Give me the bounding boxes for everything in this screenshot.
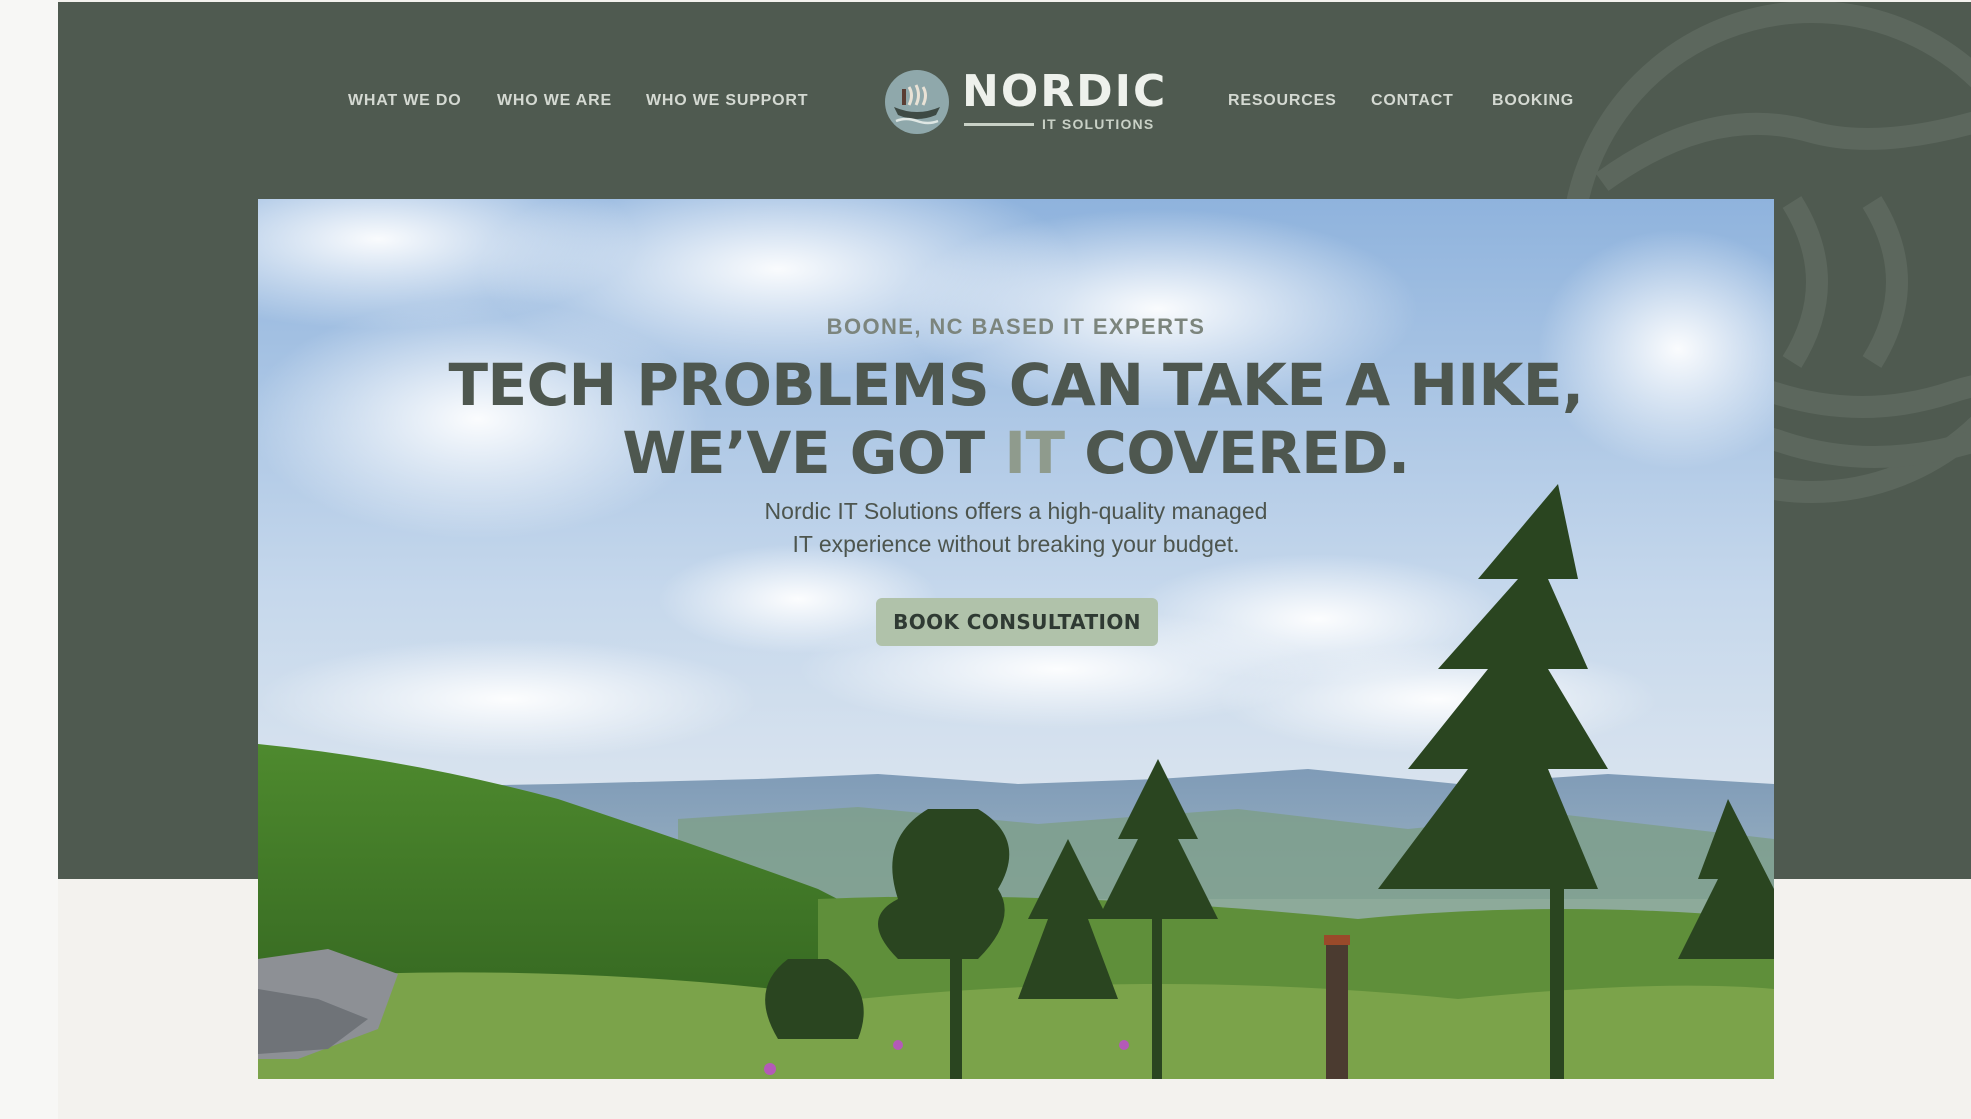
logo-tagline: IT SOLUTIONS: [1042, 116, 1155, 132]
hero-headline-line-2-end: COVERED.: [1064, 419, 1410, 487]
hero-headline-line-1: TECH PROBLEMS CAN TAKE A HIKE,: [448, 351, 1584, 419]
nav-link-resources[interactable]: RESOURCES: [1228, 92, 1337, 110]
hero-subtext-line-2: IT experience without breaking your budg…: [792, 531, 1240, 557]
hero-subtext-line-1: Nordic IT Solutions offers a high-qualit…: [764, 498, 1268, 524]
logo-wordmark: NORDIC: [962, 66, 1168, 117]
nav-link-what-we-do[interactable]: WHAT WE DO: [348, 92, 461, 110]
nav-link-booking[interactable]: BOOKING: [1492, 92, 1574, 110]
nav-link-who-we-support[interactable]: WHO WE SUPPORT: [646, 92, 808, 110]
hero-headline-line-2-start: WE’VE GOT: [622, 419, 1005, 487]
nordic-logo[interactable]: NORDIC IT SOLUTIONS: [884, 66, 1168, 138]
page: WHAT WE DO WHO WE ARE WHO WE SUPPORT NOR…: [58, 0, 1971, 1119]
hero-eyebrow: BOONE, NC BASED IT EXPERTS: [826, 314, 1206, 339]
logo-divider: [964, 123, 1034, 126]
viking-ship-emblem-icon: [885, 70, 949, 134]
nav-link-who-we-are[interactable]: WHO WE ARE: [497, 92, 612, 110]
hero-headline-accent: IT: [1004, 419, 1065, 487]
top-navigation: WHAT WE DO WHO WE ARE WHO WE SUPPORT NOR…: [58, 2, 1971, 202]
hero-section: BOONE, NC BASED IT EXPERTS TECH PROBLEMS…: [258, 199, 1774, 1079]
nav-link-contact[interactable]: CONTACT: [1371, 92, 1454, 110]
hero-subtext: Nordic IT Solutions offers a high-qualit…: [258, 495, 1774, 561]
book-consultation-button[interactable]: BOOK CONSULTATION: [876, 598, 1158, 646]
hero-headline: TECH PROBLEMS CAN TAKE A HIKE, WE’VE GOT…: [258, 351, 1774, 487]
